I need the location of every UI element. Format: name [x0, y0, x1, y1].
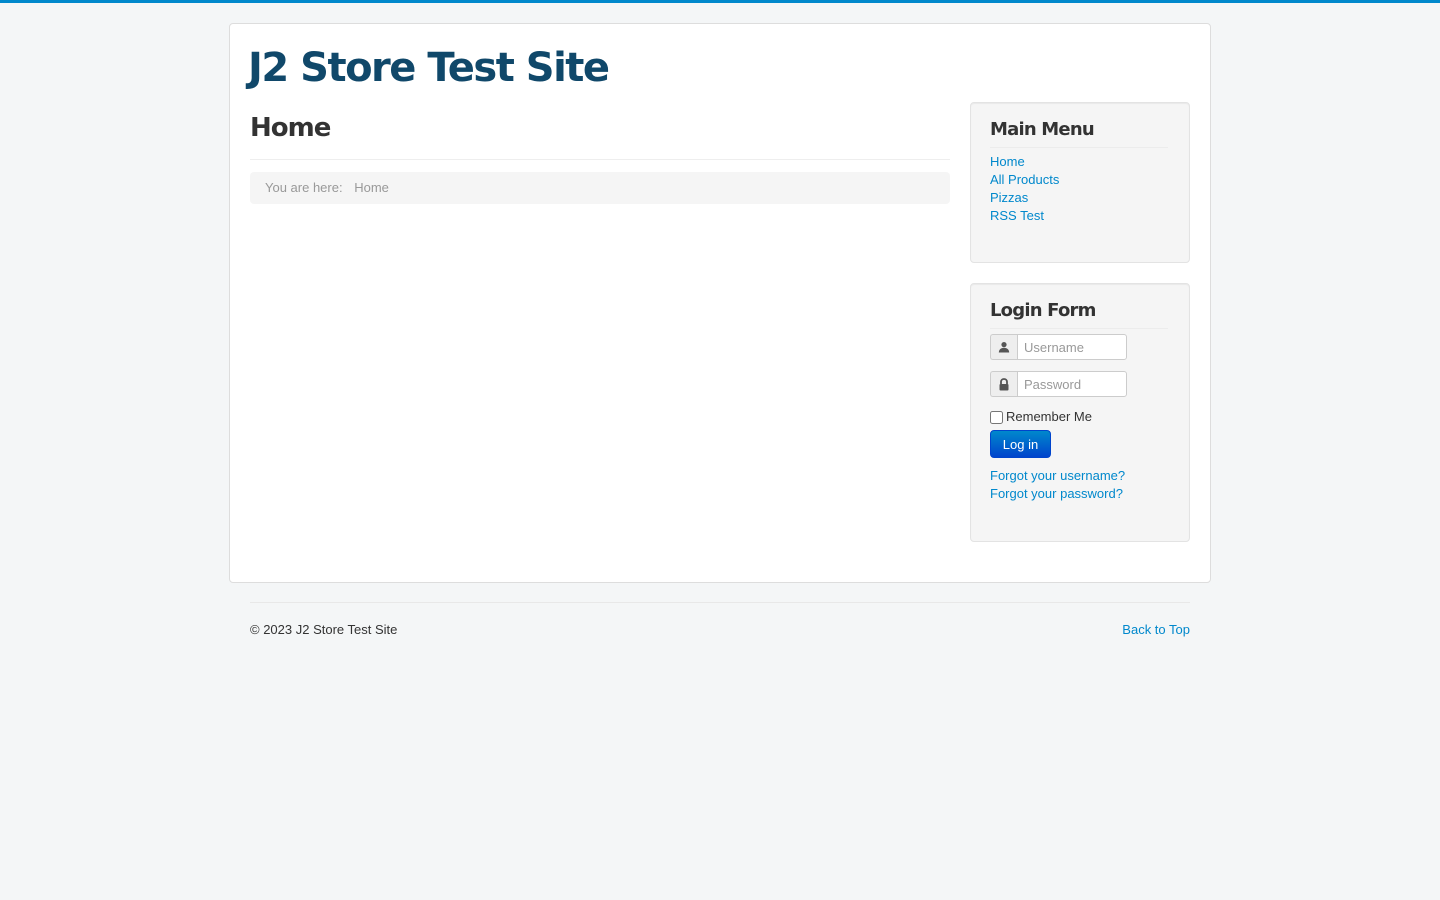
- menu-item-rss-test: RSS Test: [990, 207, 1059, 225]
- username-input[interactable]: [1017, 334, 1127, 360]
- footer-divider: [250, 602, 1190, 603]
- top-accent-stripe: [0, 0, 1440, 3]
- page-title: Home: [250, 113, 331, 143]
- main-content: Home You are here: Home: [250, 102, 950, 204]
- menu-item-home: Home: [990, 153, 1059, 171]
- breadcrumb-prefix: You are here:: [265, 180, 343, 195]
- user-icon: [990, 334, 1017, 360]
- login-help-links: Forgot your username? Forgot your passwo…: [990, 467, 1125, 503]
- back-to-top-link[interactable]: Back to Top: [1122, 622, 1190, 637]
- remember-me-checkbox[interactable]: [990, 411, 1003, 424]
- remember-me: Remember Me: [990, 409, 1092, 424]
- login-button[interactable]: Log in: [990, 430, 1051, 458]
- forgot-password-item: Forgot your password?: [990, 485, 1125, 503]
- main-menu-module: Main Menu Home All Products Pizzas RSS T…: [970, 102, 1190, 263]
- menu-item-pizzas: Pizzas: [990, 189, 1059, 207]
- lock-icon: [990, 371, 1017, 397]
- breadcrumb-current: Home: [354, 180, 389, 195]
- site-title[interactable]: J2 Store Test Site: [248, 42, 610, 94]
- remember-me-label: Remember Me: [1006, 409, 1092, 424]
- forgot-username-link[interactable]: Forgot your username?: [990, 468, 1125, 483]
- breadcrumb: You are here: Home: [250, 172, 950, 204]
- menu-link-pizzas[interactable]: Pizzas: [990, 190, 1028, 205]
- menu-link-home[interactable]: Home: [990, 154, 1025, 169]
- page-container: J2 Store Test Site Home You are here: Ho…: [229, 23, 1211, 583]
- footer-copyright: © 2023 J2 Store Test Site: [250, 622, 398, 637]
- login-form-title: Login Form: [990, 298, 1168, 329]
- password-row: [990, 371, 1127, 397]
- login-form-module: Login Form Remember Me Log: [970, 283, 1190, 542]
- menu-link-rss-test[interactable]: RSS Test: [990, 208, 1044, 223]
- username-row: [990, 334, 1127, 360]
- menu-link-all-products[interactable]: All Products: [990, 172, 1059, 187]
- menu-item-all-products: All Products: [990, 171, 1059, 189]
- heading-divider: [250, 159, 950, 160]
- forgot-password-link[interactable]: Forgot your password?: [990, 486, 1123, 501]
- password-input[interactable]: [1017, 371, 1127, 397]
- main-menu-list: Home All Products Pizzas RSS Test: [990, 153, 1059, 225]
- main-menu-title: Main Menu: [990, 117, 1168, 148]
- forgot-username-item: Forgot your username?: [990, 467, 1125, 485]
